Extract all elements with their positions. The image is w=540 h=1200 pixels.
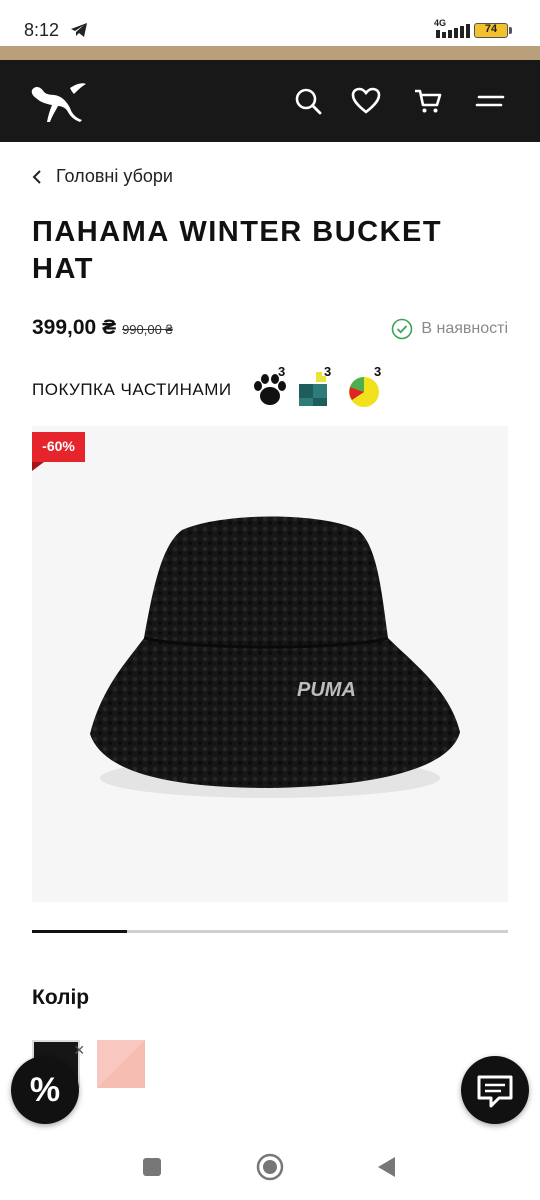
battery-icon: 74 — [474, 23, 508, 38]
close-icon: × — [74, 1040, 85, 1060]
installment-label: ПОКУПКА ЧАСТИНАМИ — [32, 380, 232, 399]
discount-badge: -60% — [32, 432, 85, 462]
puma-logo[interactable] — [30, 78, 88, 124]
product-title: ПАНАМА WINTER BUCKET HAT — [32, 216, 443, 285]
pie-count: 3 — [374, 364, 382, 379]
promo-button[interactable]: % — [11, 1056, 79, 1124]
svg-text:PUMA: PUMA — [297, 679, 356, 701]
back-icon[interactable] — [375, 1155, 397, 1179]
accent-strip — [0, 46, 540, 60]
color-swatch-pink[interactable] — [97, 1040, 145, 1088]
check-circle-icon — [392, 318, 413, 340]
breadcrumb-label: Головні убори — [56, 166, 173, 186]
site-header — [0, 60, 540, 142]
search-icon[interactable] — [293, 86, 323, 116]
chat-icon — [477, 1075, 513, 1108]
battery-level: 74 — [484, 23, 498, 35]
installment-row[interactable]: ПОКУПКА ЧАСТИНАМИ 3 3 3 — [32, 364, 512, 414]
gallery-progress-track[interactable] — [32, 930, 508, 933]
chat-button[interactable] — [461, 1056, 529, 1124]
status-time: 8:12 — [24, 20, 60, 40]
product-image[interactable]: PUMA — [32, 426, 508, 902]
gallery-progress-fill — [32, 930, 128, 933]
chevron-left-icon — [32, 169, 41, 184]
battery-tip — [509, 27, 512, 34]
availability-status: В наявності — [391, 318, 508, 340]
telegram-icon — [71, 23, 87, 37]
bucket-hat-image: PUMA — [90, 516, 460, 798]
signal-icon — [436, 24, 470, 38]
availability-text: В наявності — [421, 320, 508, 337]
color-section-title: Колір — [32, 986, 90, 1009]
recent-apps-icon[interactable] — [141, 1156, 163, 1178]
home-icon[interactable] — [256, 1153, 284, 1181]
old-price: 990,00 ₴ — [122, 322, 173, 337]
puzzle-count: 3 — [324, 364, 332, 379]
breadcrumb[interactable]: Головні убори — [32, 166, 173, 187]
status-bar: 8:12 4G 74 — [0, 0, 540, 46]
cart-icon[interactable] — [413, 86, 443, 116]
paw-count: 3 — [278, 364, 286, 379]
system-nav-bar — [0, 1136, 540, 1200]
menu-icon[interactable] — [475, 86, 505, 116]
heart-icon[interactable] — [351, 86, 381, 116]
discount-badge-fold — [32, 462, 44, 471]
price-row: 399,00 ₴ 990,00 ₴ — [32, 316, 173, 340]
current-price: 399,00 ₴ — [32, 316, 117, 339]
